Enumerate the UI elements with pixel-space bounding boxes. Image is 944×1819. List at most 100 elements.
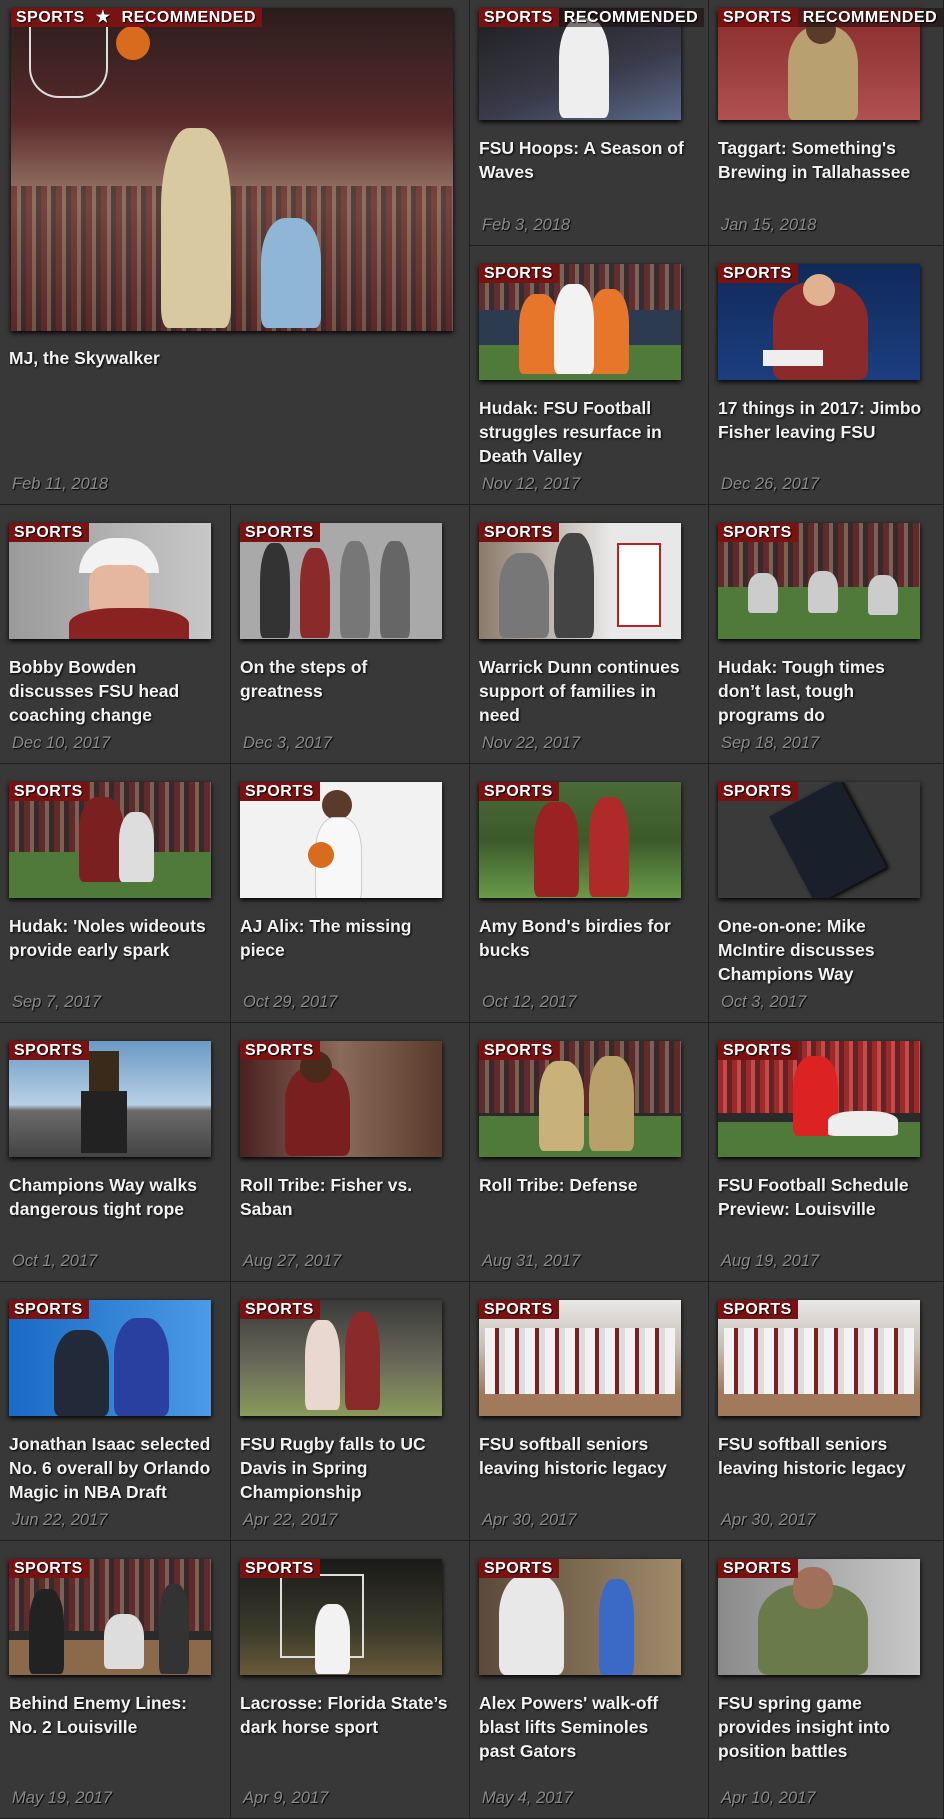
story-title[interactable]: FSU softball seniors leaving historic le… (479, 1432, 689, 1480)
story-card-feature[interactable]: SPORTS ★ RECOMMENDED MJ, the Skywalker F… (0, 0, 470, 505)
story-card[interactable]: SPORTS 17 things in 2017: Jimbo Fisher l… (709, 246, 944, 505)
tag-group: SPORTS (718, 264, 798, 283)
story-title[interactable]: Bobby Bowden discusses FSU head coaching… (9, 655, 219, 727)
story-title[interactable]: Jonathan Isaac selected No. 6 overall by… (9, 1432, 219, 1504)
story-title[interactable]: Hudak: FSU Football struggles resurface … (479, 396, 689, 468)
story-date: Dec 10, 2017 (12, 734, 111, 752)
tag-group: SPORTS (240, 1041, 320, 1060)
sports-tag: SPORTS (718, 523, 798, 542)
story-card[interactable]: SPORTS Alex Powers' walk-off blast lifts… (470, 1541, 709, 1819)
sports-tag: SPORTS (11, 8, 91, 27)
story-title[interactable]: Hudak: Tough times don’t last, tough pro… (718, 655, 928, 727)
story-date: Aug 31, 2017 (482, 1252, 581, 1270)
tag-group: SPORTS (718, 1559, 798, 1578)
tag-group: SPORTS (240, 782, 320, 801)
story-card[interactable]: SPORTS Jonathan Isaac selected No. 6 ove… (0, 1282, 231, 1541)
story-card[interactable]: SPORTS FSU softball seniors leaving hist… (709, 1282, 944, 1541)
recommended-tag: RECOMMENDED (558, 8, 705, 27)
story-card[interactable]: SPORTS Behind Enemy Lines: No. 2 Louisvi… (0, 1541, 231, 1819)
story-date: Aug 27, 2017 (243, 1252, 342, 1270)
story-card[interactable]: SPORTS AJ Alix: The missing piece Oct 29… (231, 764, 470, 1023)
sports-tag: SPORTS (479, 264, 559, 283)
story-title[interactable]: On the steps of greatness (240, 655, 450, 703)
sports-tag: SPORTS (718, 1559, 798, 1578)
story-title[interactable]: Lacrosse: Florida State’s dark horse spo… (240, 1691, 450, 1739)
tag-group: SPORTS (9, 1041, 89, 1060)
story-date: Apr 22, 2017 (243, 1511, 338, 1529)
sports-tag: SPORTS (9, 523, 89, 542)
sports-tag: SPORTS (479, 523, 559, 542)
story-card[interactable]: SPORTS On the steps of greatness Dec 3, … (231, 505, 470, 764)
story-card[interactable]: SPORTS RECOMMENDED Taggart: Something's … (709, 0, 944, 246)
story-date: Oct 3, 2017 (721, 993, 807, 1011)
story-card[interactable]: SPORTS Hudak: Tough times don’t last, to… (709, 505, 944, 764)
story-title[interactable]: Warrick Dunn continues support of famili… (479, 655, 689, 727)
tag-group: SPORTS (718, 1041, 798, 1060)
story-card[interactable]: SPORTS Roll Tribe: Defense Aug 31, 2017 (470, 1023, 709, 1282)
sports-tag: SPORTS (479, 1559, 559, 1578)
story-card[interactable]: SPORTS FSU Rugby falls to UC Davis in Sp… (231, 1282, 470, 1541)
sports-tag: SPORTS (9, 1559, 89, 1578)
story-date: Oct 1, 2017 (12, 1252, 98, 1270)
story-card[interactable]: SPORTS Roll Tribe: Fisher vs. Saban Aug … (231, 1023, 470, 1282)
tag-group: SPORTS (9, 1559, 89, 1578)
story-title[interactable]: Taggart: Something's Brewing in Tallahas… (718, 136, 928, 184)
story-title[interactable]: Hudak: 'Noles wideouts provide early spa… (9, 914, 219, 962)
story-title[interactable]: Amy Bond's birdies for bucks (479, 914, 689, 962)
story-date: Sep 18, 2017 (721, 734, 820, 752)
tag-group: SPORTS (479, 264, 559, 283)
story-title[interactable]: AJ Alix: The missing piece (240, 914, 450, 962)
story-card[interactable]: SPORTS One-on-one: Mike McIntire discuss… (709, 764, 944, 1023)
sports-tag: SPORTS (9, 1041, 89, 1060)
tag-group: SPORTS (718, 523, 798, 542)
tag-group: SPORTS (718, 782, 798, 801)
story-card[interactable]: SPORTS Amy Bond's birdies for bucks Oct … (470, 764, 709, 1023)
story-card[interactable]: SPORTS Lacrosse: Florida State’s dark ho… (231, 1541, 470, 1819)
tag-group: SPORTS (9, 1300, 89, 1319)
tag-group: SPORTS (240, 523, 320, 542)
tag-group: SPORTS RECOMMENDED (479, 8, 705, 27)
story-card[interactable]: SPORTS FSU Football Schedule Preview: Lo… (709, 1023, 944, 1282)
story-card[interactable]: SPORTS Hudak: FSU Football struggles res… (470, 246, 709, 505)
story-title[interactable]: FSU softball seniors leaving historic le… (718, 1432, 928, 1480)
story-title[interactable]: Champions Way walks dangerous tight rope (9, 1173, 219, 1221)
story-title[interactable]: FSU Football Schedule Preview: Louisvill… (718, 1173, 928, 1221)
story-title[interactable]: FSU spring game provides insight into po… (718, 1691, 928, 1763)
story-title[interactable]: Behind Enemy Lines: No. 2 Louisville (9, 1691, 219, 1739)
story-title[interactable]: MJ, the Skywalker (9, 346, 449, 370)
story-card[interactable]: SPORTS RECOMMENDED FSU Hoops: A Season o… (470, 0, 709, 246)
story-date: Jun 22, 2017 (12, 1511, 108, 1529)
story-card[interactable]: SPORTS FSU softball seniors leaving hist… (470, 1282, 709, 1541)
sports-tag: SPORTS (479, 1300, 559, 1319)
story-grid: SPORTS ★ RECOMMENDED MJ, the Skywalker F… (0, 0, 944, 1819)
tag-group: SPORTS (479, 1300, 559, 1319)
sports-tag: SPORTS (240, 1559, 320, 1578)
story-date: Feb 3, 2018 (482, 216, 571, 234)
tag-group: SPORTS (479, 1559, 559, 1578)
story-thumbnail[interactable] (11, 8, 453, 331)
sports-tag: SPORTS (240, 523, 320, 542)
story-title[interactable]: Roll Tribe: Defense (479, 1173, 689, 1197)
sports-tag: SPORTS (479, 1041, 559, 1060)
story-title[interactable]: Alex Powers' walk-off blast lifts Semino… (479, 1691, 689, 1763)
story-title[interactable]: Roll Tribe: Fisher vs. Saban (240, 1173, 450, 1221)
story-card[interactable]: SPORTS FSU spring game provides insight … (709, 1541, 944, 1819)
sports-tag: SPORTS (718, 782, 798, 801)
story-date: Jan 15, 2018 (721, 216, 817, 234)
sports-tag: SPORTS (240, 1041, 320, 1060)
tag-group: SPORTS RECOMMENDED (718, 8, 943, 27)
story-date: Apr 30, 2017 (482, 1511, 577, 1529)
story-date: Apr 30, 2017 (721, 1511, 816, 1529)
star-icon: ★ (90, 8, 117, 27)
story-title[interactable]: FSU Hoops: A Season of Waves (479, 136, 689, 184)
sports-tag: SPORTS (479, 782, 559, 801)
story-title[interactable]: 17 things in 2017: Jimbo Fisher leaving … (718, 396, 928, 444)
story-card[interactable]: SPORTS Hudak: 'Noles wideouts provide ea… (0, 764, 231, 1023)
story-title[interactable]: One-on-one: Mike McIntire discusses Cham… (718, 914, 928, 986)
sports-tag: SPORTS (479, 8, 559, 27)
story-card[interactable]: SPORTS Warrick Dunn continues support of… (470, 505, 709, 764)
story-card[interactable]: SPORTS Champions Way walks dangerous tig… (0, 1023, 231, 1282)
story-title[interactable]: FSU Rugby falls to UC Davis in Spring Ch… (240, 1432, 450, 1504)
sports-tag: SPORTS (718, 1041, 798, 1060)
story-card[interactable]: SPORTS Bobby Bowden discusses FSU head c… (0, 505, 231, 764)
